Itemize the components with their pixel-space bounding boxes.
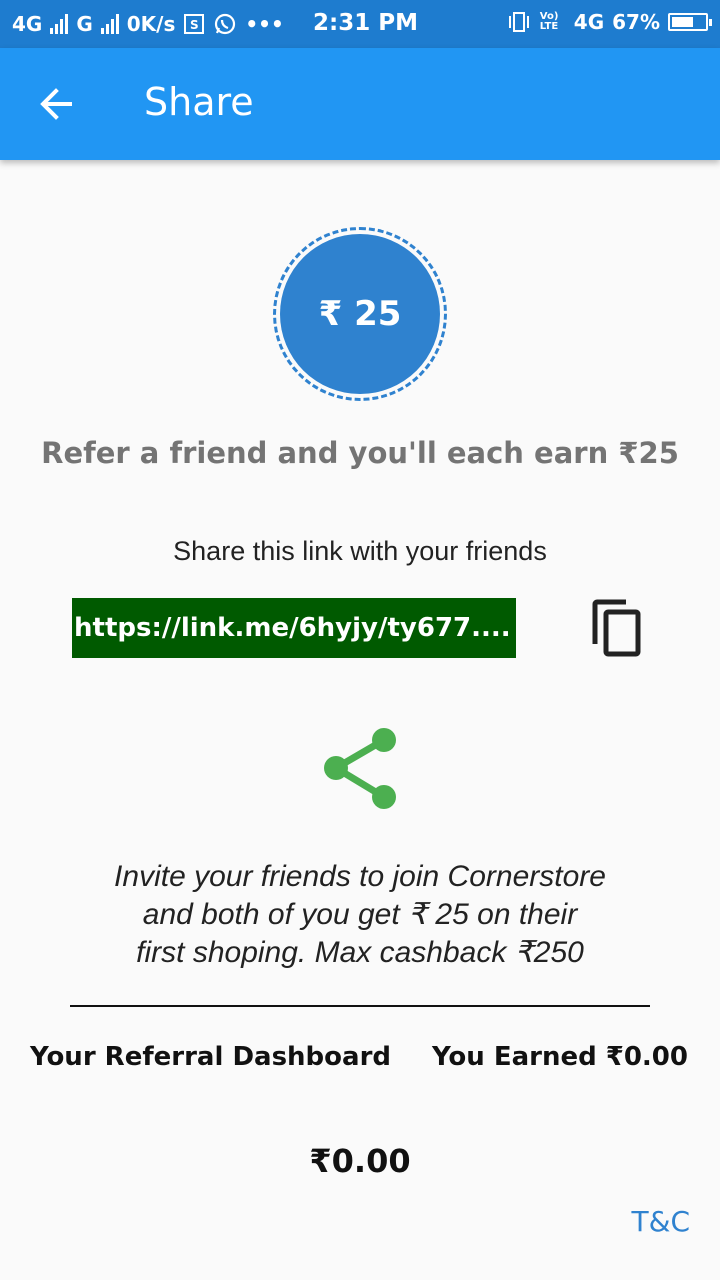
copy-icon [592, 599, 641, 657]
invite-line-2: and both of you get ₹ 25 on their [142, 898, 578, 931]
reward-badge: ₹ 25 [273, 227, 447, 401]
share-icon [324, 728, 396, 809]
volte-label: Vo) LTE [539, 11, 559, 32]
network-label-4g-2: 4G [573, 10, 605, 34]
battery-percent: 67% [612, 10, 660, 34]
referral-dashboard-label[interactable]: Your Referral Dashboard [30, 1042, 391, 1072]
signal-icon-2 [100, 14, 119, 34]
status-bar: 4G G 0K/s S ••• 2:31 PM Vo) LTE 4G 67% [0, 0, 720, 48]
clock: 2:31 PM [313, 10, 418, 36]
network-label-g: G [76, 12, 93, 36]
terms-link[interactable]: T&C [632, 1205, 691, 1238]
screenshot-icon: S [184, 14, 205, 34]
more-icon: ••• [245, 12, 284, 36]
invite-text: Invite your friends to join Cornerstore … [60, 858, 660, 972]
vibrate-icon [508, 12, 529, 32]
referral-headline: Refer a friend and you'll each earn ₹25 [41, 436, 679, 470]
invite-line-3: first shoping. Max cashback ₹250 [136, 936, 584, 969]
reward-amount: ₹ 25 [280, 234, 440, 394]
divider [70, 1005, 650, 1007]
share-link-label: Share this link with your friends [173, 536, 547, 566]
app-bar: Share [0, 48, 720, 160]
whatsapp-icon [215, 13, 236, 35]
arrow-left-icon [40, 88, 72, 120]
signal-icon [50, 14, 69, 34]
net-speed: 0K/s [126, 12, 176, 36]
network-label-4g: 4G [12, 12, 43, 36]
total-amount: ₹0.00 [309, 1142, 411, 1180]
back-button[interactable] [36, 84, 76, 124]
battery-icon [668, 13, 712, 31]
invite-line-1: Invite your friends to join Cornerstore [114, 860, 606, 893]
copy-button[interactable] [590, 598, 646, 660]
share-button[interactable] [318, 724, 402, 812]
page-title: Share [144, 80, 254, 124]
referral-link[interactable]: https://link.me/6hyjy/ty677.... [72, 598, 516, 658]
earned-amount: You Earned ₹0.00 [431, 1042, 688, 1072]
svg-text:S: S [190, 18, 199, 32]
